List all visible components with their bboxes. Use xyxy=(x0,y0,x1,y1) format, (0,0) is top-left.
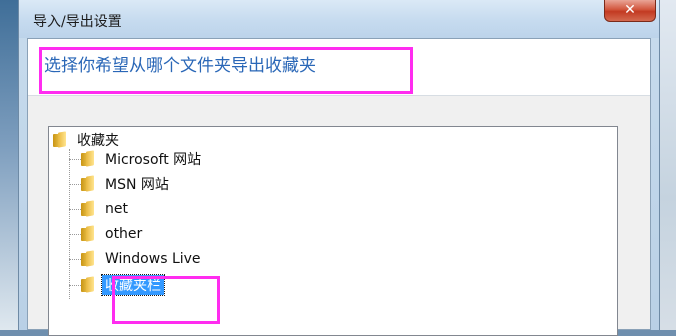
desktop-background-left xyxy=(0,0,18,330)
tree-connector-line xyxy=(69,285,81,286)
close-icon: ✕ xyxy=(624,2,636,18)
folder-icon xyxy=(53,132,67,148)
folder-icon xyxy=(81,226,95,242)
folder-icon xyxy=(81,151,95,167)
tree-item-label: Microsoft 网站 xyxy=(105,152,202,168)
close-button[interactable]: ✕ xyxy=(604,0,656,22)
import-export-settings-dialog: 导入/导出设置 ✕ 选择你希望从哪个文件夹导出收藏夹 收藏夹 Microsoft… xyxy=(18,0,660,336)
tree-item-label: Windows Live xyxy=(105,251,201,267)
folder-icon xyxy=(81,277,95,293)
tree-item-label: other xyxy=(105,226,143,242)
folder-icon xyxy=(81,176,95,192)
tree-item-windows-live[interactable]: Windows Live xyxy=(81,248,204,270)
tree-connector-line xyxy=(69,259,81,260)
tree-connector-line xyxy=(69,149,70,299)
tree-item-label: 收藏夹 xyxy=(77,133,119,149)
tree-item-label: MSN 网站 xyxy=(105,177,169,193)
tree-item-microsoft-sites[interactable]: Microsoft 网站 xyxy=(81,148,204,170)
instruction-highlight-box xyxy=(39,47,413,94)
tree-connector-line xyxy=(69,209,81,210)
folder-icon xyxy=(81,201,95,217)
tree-item-net[interactable]: net xyxy=(81,198,131,220)
dialog-client-area: 选择你希望从哪个文件夹导出收藏夹 收藏夹 Microsoft 网站 MSN 网站… xyxy=(27,38,651,336)
tree-item-label: net xyxy=(105,201,128,217)
tree-item-other[interactable]: other xyxy=(81,223,145,245)
tree-connector-line xyxy=(69,159,81,160)
title-bar[interactable]: 导入/导出设置 ✕ xyxy=(19,0,659,38)
desktop-background-right xyxy=(660,0,676,330)
tree-connector-line xyxy=(69,234,81,235)
tree-connector-line xyxy=(69,184,81,185)
folder-icon xyxy=(81,251,95,267)
window-title: 导入/导出设置 xyxy=(33,14,122,30)
tree-item-msn-sites[interactable]: MSN 网站 xyxy=(81,173,172,195)
selection-highlight-box xyxy=(112,276,220,324)
